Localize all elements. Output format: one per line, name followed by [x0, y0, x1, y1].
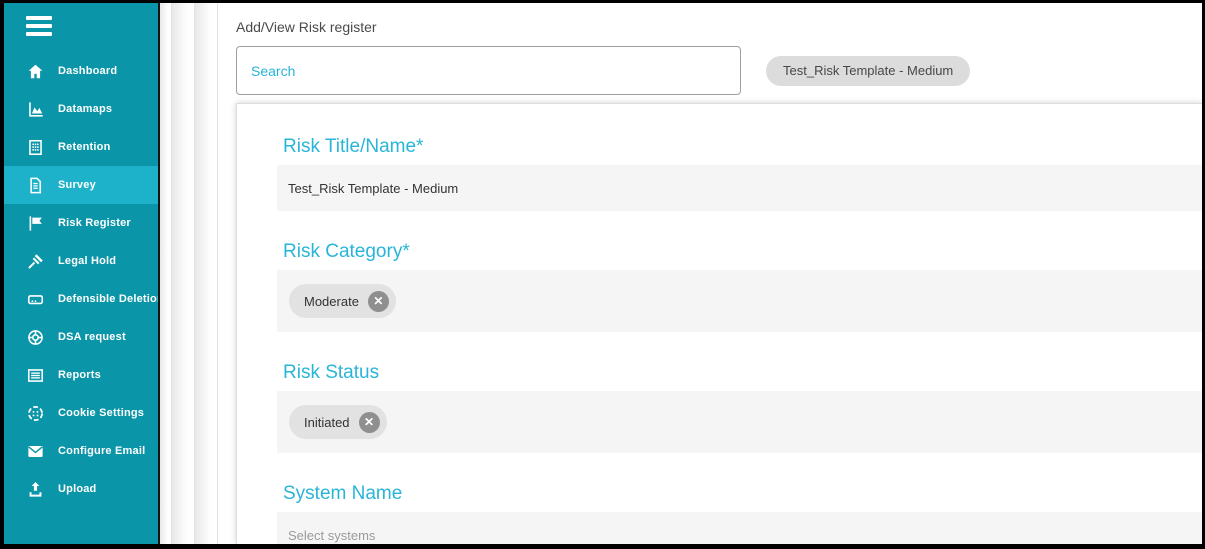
main-content: Add/View Risk register Test_Risk Templat… [218, 3, 1202, 544]
reports-icon [26, 366, 45, 385]
gavel-icon [26, 252, 45, 271]
sidebar-item-dsa-request[interactable]: DSA request [4, 318, 158, 356]
field-value: Test_Risk Template - Medium [277, 181, 458, 196]
sidebar-item-label: Survey [58, 179, 96, 191]
sidebar-item-label: Legal Hold [58, 255, 116, 267]
panel-grooves [160, 3, 218, 544]
sidebar-item-legal-hold[interactable]: Legal Hold [4, 242, 158, 280]
sidebar-item-datamaps[interactable]: Datamaps [4, 90, 158, 128]
sidebar-item-label: DSA request [58, 331, 126, 343]
sidebar-item-label: Configure Email [58, 445, 145, 457]
sidebar-item-label: Datamaps [58, 103, 112, 115]
drive-icon [26, 290, 45, 309]
form-section-risk-status: Risk Status Initiated ✕ [277, 362, 1202, 453]
field-label: Risk Category* [283, 241, 1202, 263]
sidebar-item-label: Upload [58, 483, 96, 495]
search-box [236, 46, 741, 95]
search-input[interactable] [237, 47, 740, 94]
life-ring-icon [26, 328, 45, 347]
panel-groove [195, 3, 218, 544]
sidebar-item-retention[interactable]: Retention [4, 128, 158, 166]
cookie-icon [26, 404, 45, 423]
field-system-name[interactable]: Select systems [277, 512, 1202, 544]
flag-icon [26, 214, 45, 233]
value-chip: Moderate ✕ [289, 284, 396, 318]
sidebar-item-cookie-settings[interactable]: Cookie Settings [4, 394, 158, 432]
sidebar-item-label: Defensible Deletion [58, 293, 164, 305]
form-section-risk-category: Risk Category* Moderate ✕ [277, 241, 1202, 332]
field-label: Risk Status [283, 362, 1202, 384]
sidebar-item-label: Dashboard [58, 65, 117, 77]
panel-groove [172, 3, 195, 544]
field-placeholder: Select systems [277, 528, 375, 543]
selected-template-chip[interactable]: Test_Risk Template - Medium [766, 56, 970, 86]
app-window: Dashboard Datamaps Retention Survey Risk… [4, 3, 1202, 544]
sidebar-item-dashboard[interactable]: Dashboard [4, 52, 158, 90]
field-risk-title-name[interactable]: Test_Risk Template - Medium [277, 165, 1202, 211]
risk-form-card: Risk Title/Name* Test_Risk Template - Me… [236, 103, 1202, 544]
envelope-icon [26, 442, 45, 461]
sidebar: Dashboard Datamaps Retention Survey Risk… [4, 3, 158, 544]
sidebar-item-configure-email[interactable]: Configure Email [4, 432, 158, 470]
sidebar-item-survey[interactable]: Survey [4, 166, 158, 204]
chip-remove-icon[interactable]: ✕ [368, 291, 389, 312]
upload-icon [26, 480, 45, 499]
sidebar-item-label: Reports [58, 369, 101, 381]
sidebar-item-upload[interactable]: Upload [4, 470, 158, 508]
sidebar-item-reports[interactable]: Reports [4, 356, 158, 394]
field-label: Risk Title/Name* [283, 136, 1202, 158]
form-section-system-name: System Name Select systems [277, 483, 1202, 544]
document-icon [26, 176, 45, 195]
sidebar-nav: Dashboard Datamaps Retention Survey Risk… [4, 52, 158, 508]
chip-remove-icon[interactable]: ✕ [359, 412, 380, 433]
field-risk-status[interactable]: Initiated ✕ [277, 391, 1202, 453]
form-section-risk-title-name: Risk Title/Name* Test_Risk Template - Me… [277, 136, 1202, 211]
sidebar-item-label: Retention [58, 141, 111, 153]
field-label: System Name [283, 483, 1202, 505]
sidebar-item-risk-register[interactable]: Risk Register [4, 204, 158, 242]
building-icon [26, 138, 45, 157]
sidebar-item-label: Cookie Settings [58, 407, 144, 419]
search-row: Test_Risk Template - Medium [236, 46, 1202, 95]
sidebar-item-label: Risk Register [58, 217, 131, 229]
home-icon [26, 62, 45, 81]
sidebar-item-defensible-deletion[interactable]: Defensible Deletion [4, 280, 158, 318]
page-title: Add/View Risk register [236, 19, 1202, 35]
chip-label: Initiated [304, 415, 350, 430]
chip-label: Moderate [304, 294, 359, 309]
panel-groove [160, 3, 172, 544]
area-chart-icon [26, 100, 45, 119]
field-risk-category[interactable]: Moderate ✕ [277, 270, 1202, 332]
value-chip: Initiated ✕ [289, 405, 387, 439]
menu-toggle-icon[interactable] [4, 3, 158, 40]
